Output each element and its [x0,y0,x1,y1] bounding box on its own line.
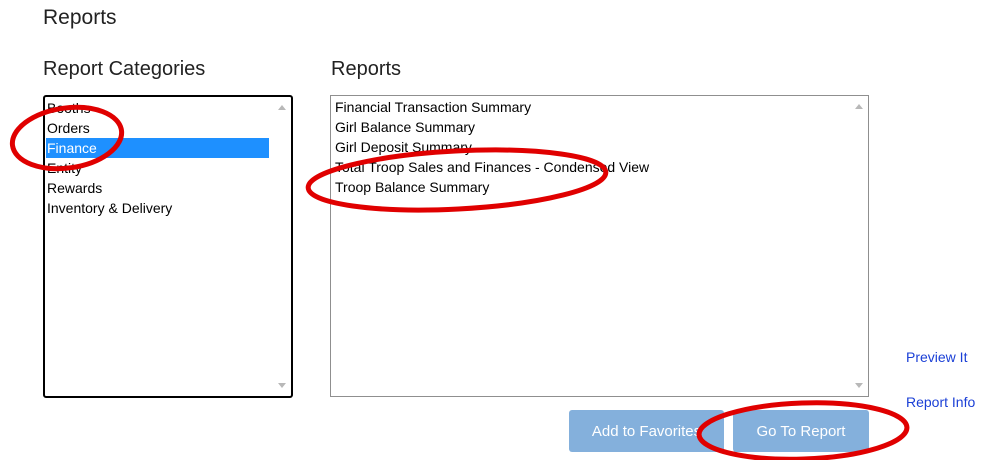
report-categories-listbox[interactable]: Booths Orders Finance Entity Rewards Inv… [43,95,293,398]
scroll-up-arrow-icon[interactable] [855,104,863,109]
category-option-orders[interactable]: Orders [46,118,269,138]
report-option-financial-transaction-summary[interactable]: Financial Transaction Summary [334,97,868,117]
report-option-troop-balance-summary[interactable]: Troop Balance Summary [334,177,868,197]
report-categories-heading: Report Categories [43,58,206,80]
scroll-up-arrow-icon[interactable] [278,105,286,110]
reports-heading: Reports [331,58,402,80]
scroll-down-arrow-icon[interactable] [855,383,863,388]
add-to-favorites-button[interactable]: Add to Favorites [569,410,724,452]
category-scrollbar[interactable] [274,97,291,396]
category-option-rewards[interactable]: Rewards [46,178,269,198]
category-option-finance[interactable]: Finance [46,138,269,158]
preview-it-link[interactable]: Preview It [906,349,967,365]
report-info-link[interactable]: Report Info [906,394,975,410]
reports-scrollbar[interactable] [851,96,868,396]
report-option-girl-deposit-summary[interactable]: Girl Deposit Summary [334,137,868,157]
page-title: Reports [43,6,117,29]
category-option-booths[interactable]: Booths [46,98,269,118]
report-option-girl-balance-summary[interactable]: Girl Balance Summary [334,117,868,137]
reports-listbox[interactable]: Financial Transaction Summary Girl Balan… [330,95,869,397]
scroll-down-arrow-icon[interactable] [278,383,286,388]
go-to-report-button[interactable]: Go To Report [733,410,869,452]
category-option-inventory-delivery[interactable]: Inventory & Delivery [46,198,269,218]
category-option-entity[interactable]: Entity [46,158,269,178]
report-option-total-troop-sales-condensed[interactable]: Total Troop Sales and Finances - Condens… [334,157,868,177]
